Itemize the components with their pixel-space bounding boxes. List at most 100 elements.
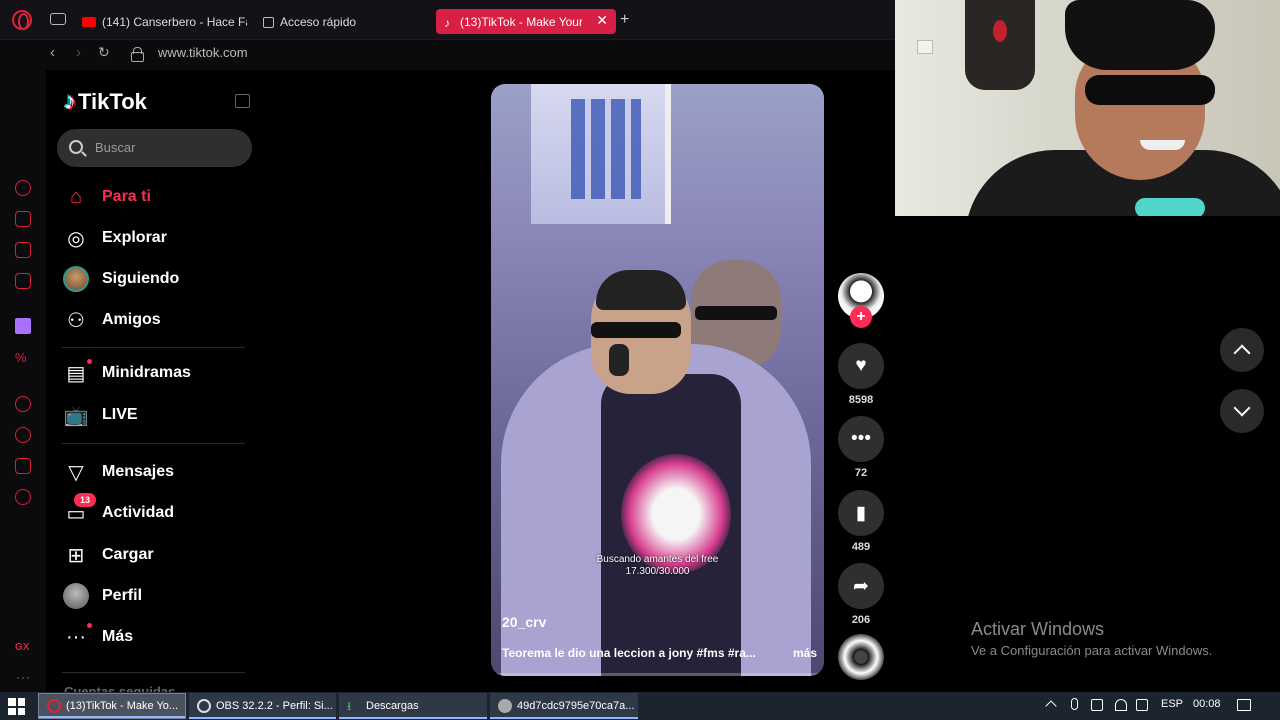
nav-label: LIVE [102, 406, 138, 423]
video-overlay-text: Buscando amantes del free 17.300/30.000 [491, 554, 824, 578]
video-username[interactable]: 20_crv [502, 614, 546, 630]
opera-menu-icon[interactable] [12, 10, 32, 30]
taskbar-item-descargas[interactable]: ⭳ Descargas [339, 693, 487, 719]
taskbar-label: 49d7cdc9795e70ca7a... [517, 700, 635, 712]
player-icon[interactable] [15, 396, 31, 412]
nav-label: Mensajes [102, 463, 175, 480]
profile-avatar [62, 582, 90, 610]
more-link[interactable]: más [793, 646, 817, 660]
follow-button[interactable]: + [850, 306, 872, 328]
url-field[interactable]: www.tiktok.com [158, 45, 248, 60]
tab-youtube[interactable]: (141) Canserbero - Hace Fa [82, 10, 247, 34]
close-icon[interactable]: ✕ [596, 12, 608, 29]
music-disc[interactable] [838, 634, 884, 680]
overlay-line: Buscando amantes del free [596, 554, 719, 565]
youtube-icon [82, 17, 96, 27]
nav-label: Actividad [102, 504, 175, 521]
settings-icon[interactable] [15, 489, 31, 505]
extensions-icon[interactable] [15, 458, 31, 474]
activation-watermark-subtitle: Ve a Configuración para activar Windows. [971, 643, 1213, 658]
nav-label: Para ti [102, 188, 151, 205]
app-icon [498, 699, 512, 713]
video-player[interactable]: Buscando amantes del free 17.300/30.000 … [491, 84, 824, 676]
nav-label: Siguiendo [102, 270, 180, 287]
taskbar-label: OBS 32.2.2 - Perfil: Si... [216, 700, 333, 712]
film-icon: ▤ [62, 359, 92, 387]
twitch-icon[interactable] [15, 318, 31, 334]
nav-label: Explorar [102, 229, 167, 246]
video-subject [491, 204, 824, 676]
save-count: 489 [851, 541, 871, 553]
taskbar-item-obs[interactable]: OBS 32.2.2 - Perfil: Si... [189, 693, 336, 719]
new-tab-icon[interactable]: + [620, 11, 629, 29]
forward-icon[interactable]: › [76, 44, 81, 61]
activity-badge: 13 [74, 493, 96, 507]
news-icon[interactable] [15, 242, 31, 258]
percent-icon[interactable]: % [15, 350, 31, 366]
inbox-icon: ▭ 13 [62, 493, 96, 527]
tab-quick-access[interactable]: Acceso rápido [263, 10, 413, 34]
gamepad-icon[interactable] [50, 13, 66, 25]
chevron-down-icon [1233, 399, 1251, 417]
nav-actividad[interactable]: ▭ 13 Actividad [62, 493, 175, 528]
reload-icon[interactable]: ↻ [98, 44, 110, 61]
grid-icon [263, 16, 274, 28]
speed-dial-icon[interactable] [15, 180, 31, 196]
chevron-up-icon [1233, 344, 1251, 362]
webcam-overlay [895, 0, 1280, 216]
nav-explorar[interactable]: ◎ Explorar [62, 223, 167, 253]
tray-overflow-icon[interactable] [1045, 700, 1057, 712]
opera-icon [47, 699, 61, 713]
nav-mensajes[interactable]: ▽ Mensajes [62, 457, 174, 487]
nav-mas[interactable]: ··· Más [62, 622, 133, 652]
search-input[interactable]: Buscar [57, 129, 252, 167]
like-count: 8598 [848, 394, 874, 406]
wifi-icon[interactable] [1115, 699, 1127, 711]
nav-para-ti[interactable]: ⌂ Para ti [62, 182, 151, 212]
nav-label: Más [102, 628, 134, 645]
taskbar-item-opera[interactable]: (13)TikTok - Make Yo... [38, 693, 186, 719]
language-indicator[interactable]: ESP [1161, 698, 1183, 710]
bag-icon[interactable] [15, 211, 31, 227]
save-button[interactable]: ▮ [838, 490, 884, 536]
video-progress-bar[interactable] [491, 673, 824, 676]
gx-icon[interactable]: GX [15, 642, 29, 653]
nav-minidramas[interactable]: ▤ Minidramas [62, 358, 191, 388]
like-button[interactable]: ♥ [838, 343, 884, 389]
nav-perfil[interactable]: Perfil [62, 581, 142, 611]
previous-video-button[interactable] [1220, 328, 1264, 372]
taskbar-item-app[interactable]: 49d7cdc9795e70ca7a... [490, 693, 638, 719]
notification-dot [87, 623, 92, 628]
messenger-icon[interactable] [15, 273, 31, 289]
bookmark-icon: ▮ [855, 502, 867, 524]
nav-amigos[interactable]: ⚇ Amigos [62, 305, 161, 335]
battery-icon[interactable] [1091, 699, 1103, 711]
notification-dot [87, 359, 92, 364]
comment-button[interactable]: ••• [838, 416, 884, 462]
collapse-sidebar-icon[interactable] [235, 94, 250, 108]
notification-center-icon[interactable] [1237, 699, 1251, 711]
tiktok-logo[interactable]: ♪ TikTok [64, 88, 147, 116]
tiktok-icon: ♪ [444, 15, 450, 30]
windows-start-icon[interactable] [8, 698, 25, 715]
tv-icon: 📺 [63, 404, 89, 427]
next-video-button[interactable] [1220, 389, 1264, 433]
history-icon[interactable] [15, 427, 31, 443]
clock[interactable]: 00:08 [1193, 698, 1221, 710]
more-icon[interactable]: ··· [16, 670, 31, 684]
description-text: Teorema le dio una leccion a jony #fms #… [502, 646, 756, 660]
nav-cargar[interactable]: ⊞ Cargar [62, 540, 154, 570]
lock-icon[interactable] [131, 47, 144, 62]
divider [62, 443, 245, 444]
back-icon[interactable]: ‹ [50, 44, 55, 61]
nav-live[interactable]: 📺 LIVE [62, 400, 138, 430]
share-button[interactable]: ➦ [838, 563, 884, 609]
volume-icon[interactable] [1136, 699, 1148, 711]
tab-tiktok[interactable]: ♪ (13)TikTok - Make Your ✕ [436, 9, 616, 34]
share-count: 206 [851, 614, 871, 626]
address-bar: ‹ › ↻ www.tiktok.com [0, 40, 895, 70]
heart-icon: ♥ [855, 355, 867, 376]
nav-siguiendo[interactable]: Siguiendo [62, 264, 179, 294]
microphone-icon[interactable] [1071, 698, 1078, 710]
browser-sidebar: % GX ··· [0, 70, 46, 692]
